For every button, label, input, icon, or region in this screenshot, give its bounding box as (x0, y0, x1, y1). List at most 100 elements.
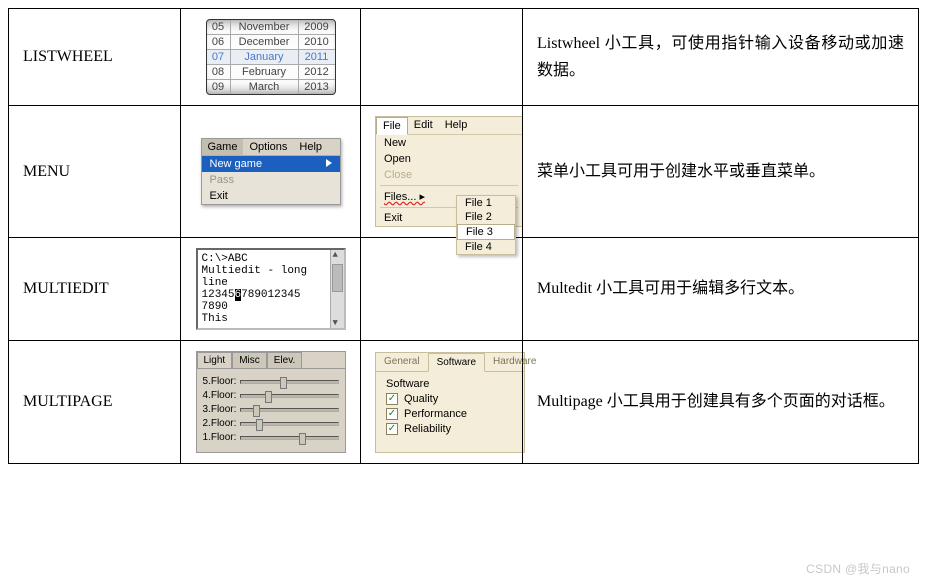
checkbox-icon[interactable]: ✓ (386, 423, 398, 435)
lw-cell-selected: 07 (207, 50, 231, 65)
slider-label: 1.Floor: (203, 432, 237, 443)
lw-cell: 08 (207, 65, 231, 80)
tab-elev[interactable]: Elev. (267, 352, 303, 368)
lw-cell: November (231, 20, 299, 35)
tab-general[interactable]: General (376, 353, 428, 371)
tab-misc[interactable]: Misc (232, 352, 267, 368)
medit-line: 123456789012345 (202, 289, 342, 301)
scrollbar-thumb[interactable] (332, 264, 343, 292)
menu-item-edit[interactable]: Edit (408, 117, 439, 134)
slider-row: 2.Floor: (203, 418, 339, 429)
multiedit-demo[interactable]: C:\>ABC Multiedit - long line 1234567890… (196, 248, 346, 330)
submenu-item[interactable]: File 4 (457, 240, 515, 254)
tab-bar[interactable]: Light Misc Elev. (197, 352, 345, 368)
menu-demo-horizontal[interactable]: Game Options Help New game Pass Exit (201, 138, 341, 205)
menu-label: New game (210, 158, 263, 170)
slider-knob[interactable] (253, 405, 260, 417)
menu-item-open[interactable]: Open (376, 151, 522, 167)
menu-item-close: Close (376, 167, 522, 183)
slider-label: 2.Floor: (203, 418, 237, 429)
page-heading: Software (386, 378, 514, 390)
multipage-demo-1[interactable]: Light Misc Elev. 5.Floor: 4.Floor: 3.Flo… (196, 351, 346, 453)
lw-cell: 2012 (299, 65, 335, 80)
slider-label: 5.Floor: (203, 376, 237, 387)
preview-cell: Game Options Help New game Pass Exit (181, 106, 361, 238)
slider[interactable] (240, 408, 338, 412)
slider-row: 4.Floor: (203, 390, 339, 401)
submenu-item[interactable]: File 1 (457, 196, 515, 210)
widget-name: MULTIPAGE (9, 341, 181, 464)
checkbox-row[interactable]: ✓ Reliability (386, 423, 514, 435)
menu-item-options[interactable]: Options (243, 139, 293, 155)
slider-knob[interactable] (299, 433, 306, 445)
lw-cell: February (231, 65, 299, 80)
menu-item-newgame[interactable]: New game (202, 156, 340, 172)
widget-desc: Multedit 小工具可用于编辑多行文本。 (523, 238, 919, 341)
listwheel-demo[interactable]: 05November2009 06December2010 07January2… (206, 19, 336, 95)
scrollbar[interactable] (330, 250, 344, 328)
lw-cell: 06 (207, 35, 231, 50)
submenu-item[interactable]: File 2 (457, 210, 515, 224)
medit-line: 7890 (202, 301, 342, 313)
slider-label: 4.Floor: (203, 390, 237, 401)
lw-cell: 05 (207, 20, 231, 35)
slider[interactable] (240, 422, 338, 426)
checkbox-icon[interactable]: ✓ (386, 393, 398, 405)
text-caret: 6 (235, 289, 242, 301)
widget-table: LISTWHEEL 05November2009 06December2010 … (8, 8, 919, 464)
table-row: MENU Game Options Help New game Pass Exi… (9, 106, 919, 238)
slider[interactable] (240, 394, 338, 398)
slider-knob[interactable] (256, 419, 263, 431)
checkbox-label: Reliability (404, 423, 451, 435)
menu-separator (380, 185, 518, 186)
menu-item-new[interactable]: New (376, 135, 522, 151)
slider-label: 3.Floor: (203, 404, 237, 415)
menubar[interactable]: Game Options Help (202, 139, 340, 156)
menu-item-help[interactable]: Help (293, 139, 328, 155)
lw-cell: March (231, 80, 299, 94)
preview-cell: 05November2009 06December2010 07January2… (181, 9, 361, 106)
lw-cell: 2013 (299, 80, 335, 94)
medit-line: Multiedit - long (202, 265, 342, 277)
menu-item-file[interactable]: File (376, 117, 408, 135)
tab-bar[interactable]: General Software Hardware (376, 353, 524, 372)
cursor-icon (326, 159, 332, 167)
lw-cell: December (231, 35, 299, 50)
watermark: CSDN @我与nano (806, 560, 910, 577)
preview-cell-2 (361, 9, 523, 106)
table-row: LISTWHEEL 05November2009 06December2010 … (9, 9, 919, 106)
medit-line: This (202, 313, 342, 325)
multipage-demo-2[interactable]: General Software Hardware Software ✓ Qual… (375, 352, 525, 453)
submenu[interactable]: File 1 File 2 File 3 File 4 (456, 195, 516, 255)
submenu-item-selected[interactable]: File 3 (457, 224, 515, 240)
checkbox-row[interactable]: ✓Performance (386, 408, 514, 420)
menu-label: Files... ▸ (384, 191, 425, 203)
lw-cell: 09 (207, 80, 231, 94)
widget-name: MENU (9, 106, 181, 238)
menu-demo-vertical[interactable]: File Edit Help New Open Close Files... ▸… (375, 116, 523, 227)
menu-item-exit[interactable]: Exit (202, 188, 340, 204)
slider-row: 5.Floor: (203, 376, 339, 387)
widget-desc: 菜单小工具可用于创建水平或垂直菜单。 (523, 106, 919, 238)
checkbox-icon[interactable]: ✓ (386, 408, 398, 420)
table-row: MULTIPAGE Light Misc Elev. 5.Floor: 4.Fl… (9, 341, 919, 464)
menu-item-pass: Pass (202, 172, 340, 188)
widget-name: MULTIEDIT (9, 238, 181, 341)
menu-item-game[interactable]: Game (202, 139, 244, 155)
slider-knob[interactable] (265, 391, 272, 403)
checkbox-label: Quality (404, 393, 438, 405)
lw-cell: 2009 (299, 20, 335, 35)
lw-cell: 2010 (299, 35, 335, 50)
menu-item-help[interactable]: Help (439, 117, 474, 134)
slider[interactable] (240, 436, 338, 440)
tab-software[interactable]: Software (428, 353, 485, 372)
preview-cell-2: File Edit Help New Open Close Files... ▸… (361, 106, 523, 238)
tab-light[interactable]: Light (197, 352, 233, 368)
menubar[interactable]: File Edit Help (376, 117, 522, 135)
slider[interactable] (240, 380, 338, 384)
preview-cell-2: General Software Hardware Software ✓ Qual… (361, 341, 523, 464)
checkbox-row[interactable]: ✓ Quality (386, 393, 514, 405)
slider-row: 3.Floor: (203, 404, 339, 415)
tab-hardware[interactable]: Hardware (485, 353, 544, 371)
slider-knob[interactable] (280, 377, 287, 389)
